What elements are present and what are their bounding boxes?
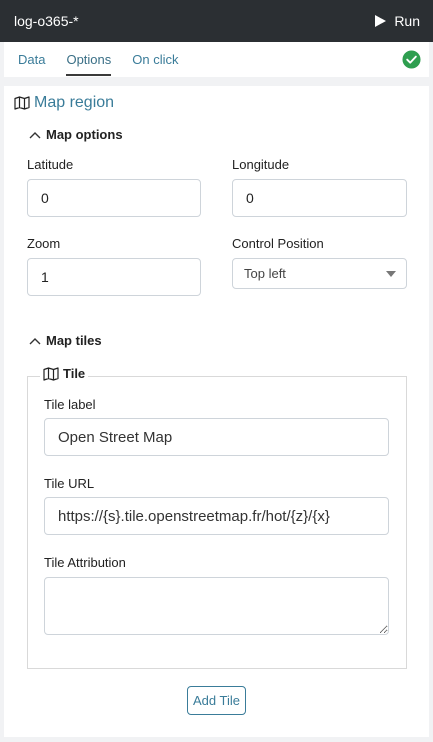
tile-attribution-input[interactable] [44, 577, 389, 635]
longitude-input[interactable] [232, 179, 407, 217]
run-label: Run [394, 13, 420, 29]
chevron-down-icon [386, 271, 396, 277]
tab-on-click[interactable]: On click [132, 42, 178, 77]
map-icon [43, 366, 59, 381]
zoom-label: Zoom [27, 236, 61, 251]
check-circle-icon [402, 50, 421, 69]
tile-legend: Tile [40, 366, 89, 381]
tab-bar: Data Options On click [4, 42, 429, 77]
tile-legend-text: Tile [63, 366, 86, 381]
zoom-input[interactable] [27, 258, 201, 296]
latitude-label: Latitude [27, 157, 74, 172]
tile-fieldset: Tile Tile label Tile URL Tile Attributio… [27, 366, 407, 669]
tab-data[interactable]: Data [18, 42, 45, 77]
control-position-select[interactable]: Top left [232, 258, 407, 289]
map-tiles-header[interactable]: Map tiles [29, 333, 102, 348]
run-button[interactable]: Run [375, 13, 420, 29]
add-tile-button[interactable]: Add Tile [187, 686, 246, 715]
region-title: Map region [14, 94, 114, 112]
chevron-up-icon [29, 131, 41, 138]
tile-label-input[interactable] [44, 418, 389, 456]
control-position-label: Control Position [232, 236, 324, 251]
tab-options[interactable]: Options [66, 42, 111, 77]
longitude-label: Longitude [232, 157, 290, 172]
tile-url-label: Tile URL [44, 476, 95, 491]
map-icon [14, 96, 30, 110]
tile-label-label: Tile label [44, 397, 96, 412]
top-bar: log-o365-* Run [0, 0, 433, 42]
chevron-up-icon [29, 337, 41, 344]
options-panel: Map region Map options Latitude Longitud… [4, 86, 429, 737]
app-title: log-o365-* [14, 13, 79, 29]
play-icon [375, 15, 387, 27]
tile-url-input[interactable] [44, 497, 389, 535]
region-title-text: Map region [34, 94, 115, 111]
latitude-input[interactable] [27, 179, 201, 217]
tile-attribution-label: Tile Attribution [44, 555, 126, 570]
map-options-title: Map options [46, 127, 123, 142]
map-options-header[interactable]: Map options [29, 127, 123, 142]
control-position-value: Top left [244, 266, 286, 281]
map-tiles-title: Map tiles [46, 333, 102, 348]
